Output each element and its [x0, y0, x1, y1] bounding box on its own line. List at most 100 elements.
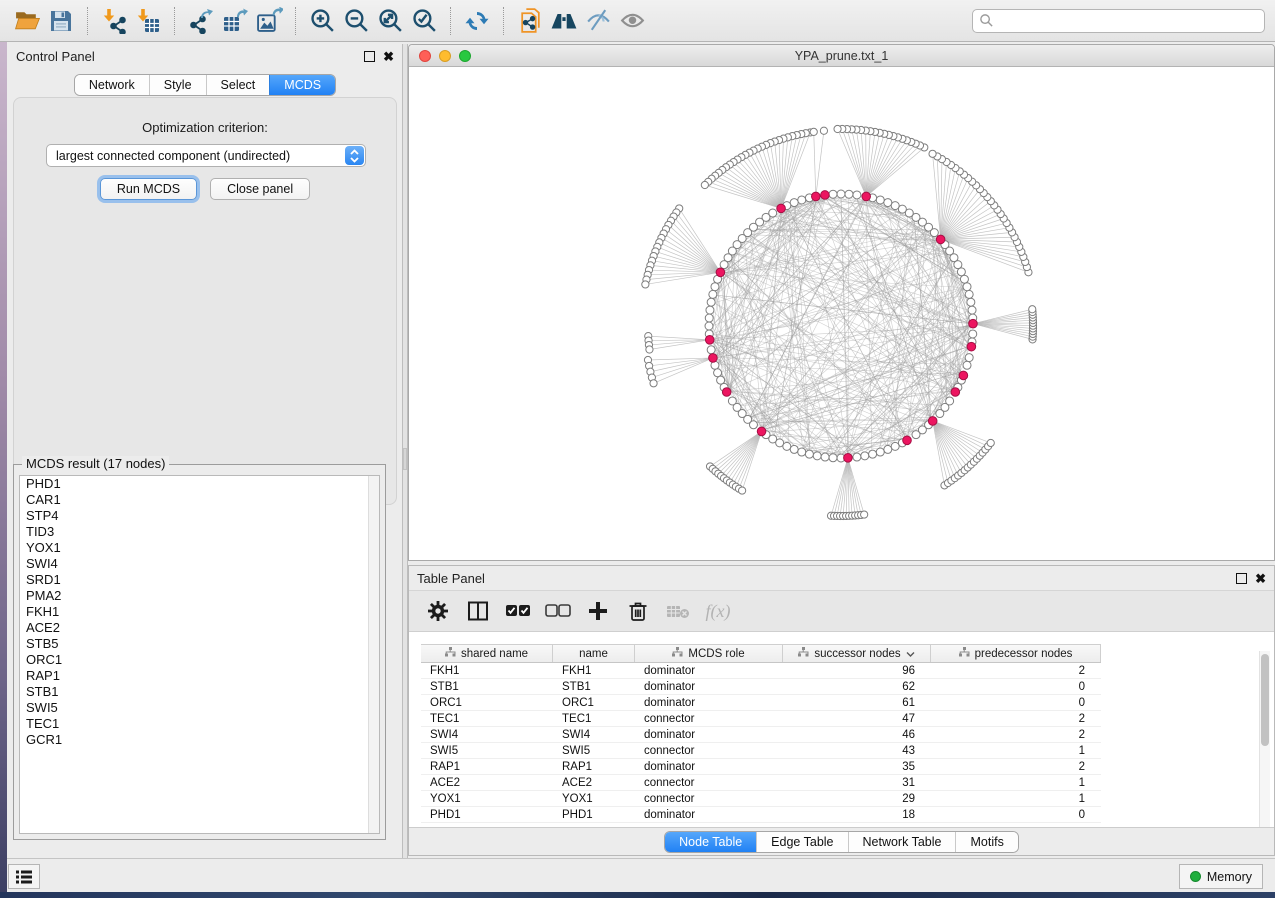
- network-node[interactable]: [720, 261, 728, 269]
- table-cell[interactable]: YOX1: [553, 791, 635, 806]
- network-node[interactable]: [707, 346, 715, 354]
- zoom-fit-icon[interactable]: [373, 4, 407, 38]
- mcds-node[interactable]: [903, 436, 912, 445]
- table-cell[interactable]: 0: [931, 695, 1101, 710]
- table-row[interactable]: SWI4SWI4dominator462: [421, 727, 1101, 743]
- network-window-titlebar[interactable]: YPA_prune.txt_1: [409, 45, 1274, 67]
- tab-motifs[interactable]: Motifs: [955, 832, 1017, 852]
- network-node[interactable]: [829, 190, 837, 198]
- mcds-result-item[interactable]: RAP1: [20, 668, 379, 684]
- table-cell[interactable]: SWI5: [421, 743, 553, 758]
- table-cell[interactable]: dominator: [635, 695, 783, 710]
- network-node[interactable]: [820, 127, 827, 134]
- import-table-icon[interactable]: [131, 4, 165, 38]
- network-node[interactable]: [709, 290, 717, 298]
- table-cell[interactable]: 96: [783, 663, 931, 678]
- table-cell[interactable]: 2: [931, 727, 1101, 742]
- run-mcds-button[interactable]: Run MCDS: [100, 178, 197, 200]
- network-node[interactable]: [646, 346, 653, 353]
- mcds-node[interactable]: [716, 268, 725, 277]
- find-binoculars-icon[interactable]: [547, 4, 581, 38]
- mcds-result-item[interactable]: SRD1: [20, 572, 379, 588]
- close-panel-icon[interactable]: ✖: [1255, 573, 1266, 584]
- table-cell[interactable]: 1: [931, 743, 1101, 758]
- column-header-successor-nodes[interactable]: successor nodes: [783, 645, 931, 662]
- network-node[interactable]: [821, 453, 829, 461]
- network-node[interactable]: [798, 448, 806, 456]
- table-cell[interactable]: FKH1: [553, 663, 635, 678]
- mcds-result-item[interactable]: SWI4: [20, 556, 379, 572]
- mcds-node[interactable]: [928, 417, 937, 426]
- network-node[interactable]: [701, 181, 708, 188]
- split-panel-icon[interactable]: [465, 598, 491, 624]
- network-node[interactable]: [739, 487, 746, 494]
- mcds-result-list[interactable]: PHD1CAR1STP4TID3YOX1SWI4SRD1PMA2FKH1ACE2…: [19, 475, 380, 834]
- network-node[interactable]: [845, 190, 853, 198]
- table-cell[interactable]: 62: [783, 679, 931, 694]
- mcds-node[interactable]: [812, 192, 821, 201]
- mcds-node[interactable]: [705, 335, 714, 344]
- mcds-result-item[interactable]: TEC1: [20, 716, 379, 732]
- table-cell[interactable]: SWI4: [553, 727, 635, 742]
- network-node[interactable]: [891, 202, 899, 210]
- table-cell[interactable]: 0: [931, 679, 1101, 694]
- table-scrollbar[interactable]: [1259, 651, 1270, 829]
- scrollbar-thumb[interactable]: [1261, 654, 1269, 746]
- network-node[interactable]: [783, 442, 791, 450]
- column-header-shared-name[interactable]: shared name: [421, 645, 553, 662]
- network-canvas[interactable]: [409, 67, 1274, 560]
- network-node[interactable]: [876, 448, 884, 456]
- network-node[interactable]: [705, 314, 713, 322]
- select-all-checkboxes-icon[interactable]: [505, 598, 531, 624]
- table-row[interactable]: YOX1YOX1connector291: [421, 791, 1101, 807]
- mcds-node[interactable]: [951, 388, 960, 397]
- zoom-selected-icon[interactable]: [407, 4, 441, 38]
- table-row[interactable]: ORC1ORC1dominator610: [421, 695, 1101, 711]
- mcds-result-item[interactable]: PHD1: [20, 476, 379, 492]
- table-cell[interactable]: 1: [931, 775, 1101, 790]
- network-node[interactable]: [642, 281, 649, 288]
- network-node[interactable]: [987, 439, 994, 446]
- table-cell[interactable]: 0: [931, 807, 1101, 822]
- table-row[interactable]: TEC1TEC1connector472: [421, 711, 1101, 727]
- export-network-icon[interactable]: [184, 4, 218, 38]
- column-header-name[interactable]: name: [553, 645, 635, 662]
- network-node[interactable]: [790, 445, 798, 453]
- network-node[interactable]: [805, 450, 813, 458]
- network-node[interactable]: [1029, 306, 1036, 313]
- network-node[interactable]: [884, 445, 892, 453]
- search-input[interactable]: [994, 14, 1258, 28]
- network-node[interactable]: [963, 283, 971, 291]
- mcds-node[interactable]: [862, 192, 871, 201]
- table-row[interactable]: ACE2ACE2connector311: [421, 775, 1101, 791]
- network-node[interactable]: [834, 125, 841, 132]
- table-cell[interactable]: dominator: [635, 679, 783, 694]
- table-cell[interactable]: FKH1: [421, 663, 553, 678]
- table-cell[interactable]: 43: [783, 743, 931, 758]
- table-cell[interactable]: 18: [783, 807, 931, 822]
- show-details-icon[interactable]: [615, 4, 649, 38]
- table-row[interactable]: STB1STB1dominator620: [421, 679, 1101, 695]
- network-graph[interactable]: [409, 67, 1274, 560]
- tab-edge-table[interactable]: Edge Table: [756, 832, 847, 852]
- mcds-result-item[interactable]: CAR1: [20, 492, 379, 508]
- mcds-result-item[interactable]: STP4: [20, 508, 379, 524]
- table-cell[interactable]: PHD1: [553, 807, 635, 822]
- network-node[interactable]: [853, 191, 861, 199]
- network-node[interactable]: [963, 361, 971, 369]
- network-node[interactable]: [813, 452, 821, 460]
- network-node[interactable]: [798, 196, 806, 204]
- mcds-node[interactable]: [777, 204, 786, 213]
- tab-select[interactable]: Select: [206, 75, 270, 95]
- network-node[interactable]: [968, 306, 976, 314]
- mcds-node[interactable]: [959, 371, 968, 380]
- table-cell[interactable]: PHD1: [421, 807, 553, 822]
- mcds-node[interactable]: [844, 454, 853, 463]
- network-node[interactable]: [829, 454, 837, 462]
- mcds-node[interactable]: [722, 388, 731, 397]
- network-node[interactable]: [853, 453, 861, 461]
- mcds-list-scrollbar[interactable]: [368, 476, 379, 833]
- network-node[interactable]: [749, 421, 757, 429]
- table-cell[interactable]: dominator: [635, 807, 783, 822]
- table-cell[interactable]: SWI5: [553, 743, 635, 758]
